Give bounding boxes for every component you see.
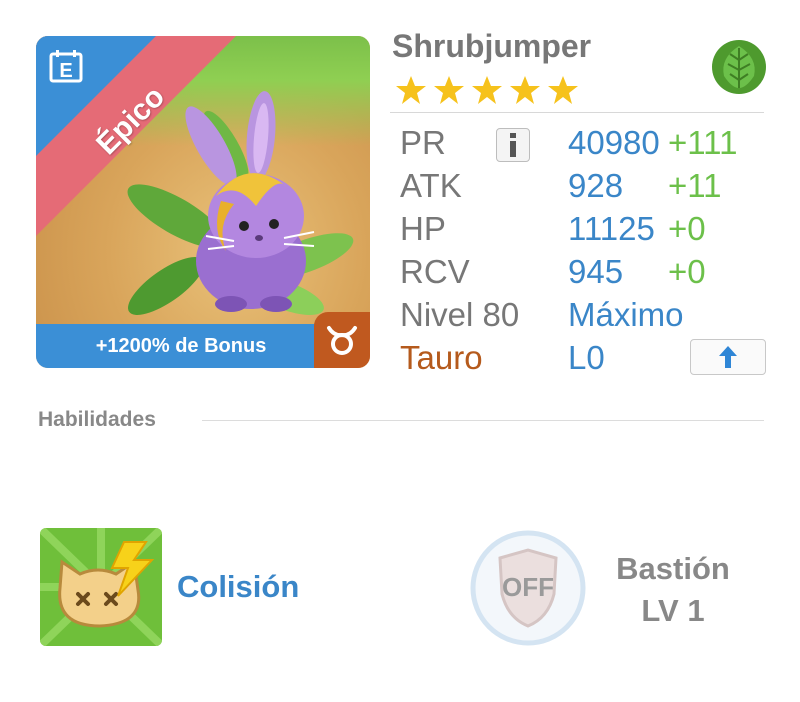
monster-name: Shrubjumper <box>392 28 592 64</box>
leader-skill-name: Bastión <box>616 551 730 586</box>
leaf-icon <box>712 40 766 94</box>
level-label: Nivel 80 <box>400 296 520 333</box>
star-rating <box>395 74 579 106</box>
bonus-bar: +1200% de Bonus <box>36 324 326 368</box>
stat-bonus: +11 <box>668 167 722 204</box>
stat-bonus: +0 <box>668 210 706 247</box>
zodiac-badge <box>314 312 370 368</box>
monster-portrait-card[interactable]: E Épico +1200% de Bonus <box>36 36 370 368</box>
star-icon <box>510 76 540 104</box>
zodiac-value: L0 <box>568 339 605 376</box>
upgrade-button[interactable] <box>690 339 766 375</box>
stat-value: 40980 <box>568 124 660 161</box>
stat-row-level: Nivel 80 Máximo <box>400 296 770 339</box>
stat-bonus: +111 <box>668 124 738 161</box>
shield-icon[interactable]: OFF <box>470 530 586 646</box>
stat-row-rcv: RCV 945 +0 <box>400 253 770 296</box>
taurus-icon <box>327 326 357 355</box>
stat-label: ATK <box>400 167 462 204</box>
stat-row-atk: ATK 928 +11 <box>400 167 770 210</box>
stats-table: PR 40980 +111 ATK 928 +11 HP 11125 +0 RC… <box>400 124 770 382</box>
calendar-icon: E <box>49 50 83 83</box>
star-icon <box>396 76 426 104</box>
svg-text:E: E <box>59 60 72 82</box>
star-icon <box>434 76 464 104</box>
leader-skill-level: LV 1 <box>641 593 705 628</box>
stat-label: HP <box>400 210 446 247</box>
skills-section-title: Habilidades <box>38 408 156 431</box>
info-icon <box>510 133 516 157</box>
header-divider <box>390 112 764 113</box>
star-icon <box>472 76 502 104</box>
collision-icon[interactable] <box>40 528 162 646</box>
stat-row-zodiac: Tauro L0 <box>400 339 770 382</box>
stat-row-hp: HP 11125 +0 <box>400 210 770 253</box>
leader-skill[interactable]: Bastión LV 1 <box>598 548 748 632</box>
arrow-up-icon <box>719 346 737 368</box>
level-value: Máximo <box>568 296 684 333</box>
stat-label: RCV <box>400 253 470 290</box>
leader-skill-status: OFF <box>502 572 554 602</box>
info-button[interactable] <box>496 128 530 162</box>
stat-value: 928 <box>568 167 624 204</box>
monster-artwork <box>127 91 354 315</box>
stat-label: PR <box>400 124 446 161</box>
star-icon <box>548 76 578 104</box>
stat-value: 945 <box>568 253 624 290</box>
stat-row-pr: PR 40980 +111 <box>400 124 770 167</box>
stat-bonus: +0 <box>668 253 706 290</box>
zodiac-label: Tauro <box>400 339 483 376</box>
stat-value: 11125 <box>568 210 655 247</box>
section-divider <box>202 420 764 421</box>
active-skill-name[interactable]: Colisión <box>177 569 299 605</box>
